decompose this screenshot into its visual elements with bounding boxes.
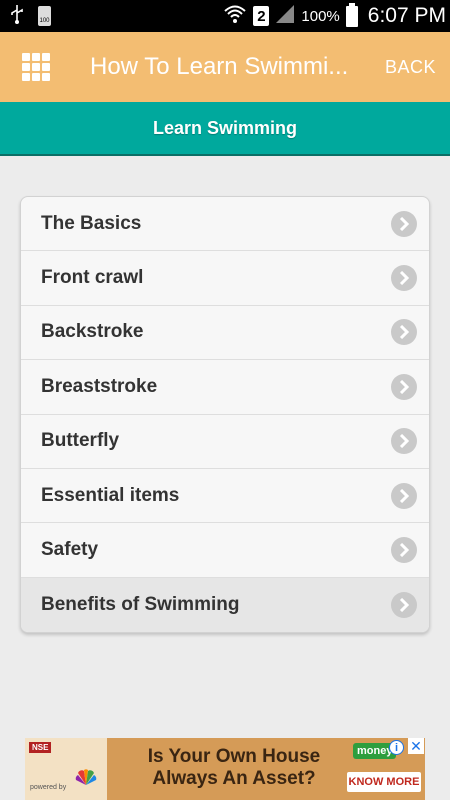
menu-item-label: The Basics — [41, 212, 142, 234]
battery-percent: 100% — [301, 7, 340, 25]
chevron-right-icon — [391, 537, 417, 564]
ad-info-icon[interactable]: i — [389, 740, 404, 755]
menu-item-safety[interactable]: Safety — [21, 523, 429, 578]
chevron-right-icon — [391, 265, 417, 292]
menu-item-essential-items[interactable]: Essential items — [21, 469, 429, 524]
ad-cta-button[interactable]: KNOW MORE — [347, 772, 421, 792]
menu-list: The Basics Front crawl Backstroke Breast… — [20, 196, 430, 634]
ad-close-icon[interactable]: ✕ — [408, 738, 424, 754]
status-left: 100 — [10, 4, 51, 29]
chevron-right-icon — [391, 373, 417, 400]
battery-saver-icon: 100 — [38, 6, 51, 26]
status-bar: 100 2 100% 6:07 PM — [0, 0, 450, 32]
status-right: 2 100% 6:07 PM — [223, 2, 446, 29]
menu-item-benefits-of-swimming[interactable]: Benefits of Swimming — [21, 577, 429, 633]
menu-item-backstroke[interactable]: Backstroke — [21, 306, 429, 361]
menu-item-label: Front crawl — [41, 267, 144, 289]
ad-source-tag: NSE — [29, 742, 52, 753]
menu-item-front-crawl[interactable]: Front crawl — [21, 251, 429, 306]
chevron-right-icon — [391, 428, 417, 455]
apps-grid-icon[interactable] — [22, 53, 50, 81]
signal-icon — [275, 4, 295, 29]
chevron-right-icon — [391, 210, 417, 237]
menu-item-label: Benefits of Swimming — [41, 593, 240, 615]
menu-item-label: Essential items — [41, 484, 180, 506]
peacock-logo-icon — [75, 768, 97, 786]
section-header: Learn Swimming — [0, 102, 450, 156]
ad-headline-line2: Always An Asset? — [152, 768, 316, 789]
menu-item-label: Butterfly — [41, 430, 120, 452]
ad-left-panel: NSE powered by — [25, 738, 107, 800]
menu-item-label: Breaststroke — [41, 375, 158, 397]
battery-saver-text: 100 — [39, 18, 50, 24]
ad-headline: Is Your Own House Always An Asset? — [121, 746, 347, 790]
chevron-right-icon — [391, 591, 417, 618]
ad-banner[interactable]: NSE powered by Is Your Own House Always … — [25, 738, 425, 800]
ad-headline-line1: Is Your Own House — [147, 746, 321, 767]
menu-item-the-basics[interactable]: The Basics — [21, 197, 429, 252]
menu-item-label: Safety — [41, 539, 99, 561]
chevron-right-icon — [391, 482, 417, 509]
menu-item-butterfly[interactable]: Butterfly — [21, 415, 429, 469]
wifi-icon — [223, 4, 247, 29]
sim-slot-badge: 2 — [253, 6, 270, 26]
menu-item-breaststroke[interactable]: Breaststroke — [21, 360, 429, 415]
back-button[interactable]: BACK — [385, 57, 436, 78]
battery-icon — [345, 2, 358, 27]
usb-icon — [10, 4, 24, 29]
app-bar: How To Learn Swimmi... BACK — [0, 32, 450, 102]
ad-powered-by: powered by — [30, 784, 67, 791]
section-title: Learn Swimming — [152, 117, 298, 138]
app-title: How To Learn Swimmi... — [90, 53, 349, 80]
chevron-right-icon — [391, 319, 417, 346]
menu-item-label: Backstroke — [41, 321, 144, 343]
clock: 6:07 PM — [367, 4, 446, 27]
